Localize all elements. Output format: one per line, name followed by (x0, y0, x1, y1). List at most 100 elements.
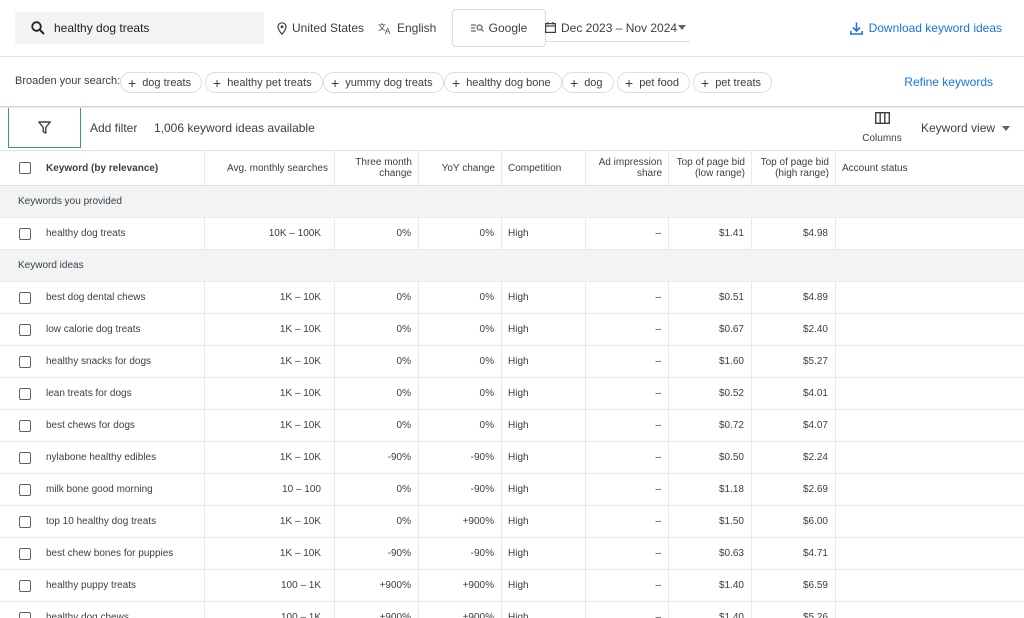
header-ad-impression-share[interactable]: Ad impression share (586, 151, 669, 185)
table-row[interactable]: milk bone good morning 10 – 100 0% -90% … (0, 474, 1024, 506)
table-row[interactable]: low calorie dog treats 1K – 10K 0% 0% Hi… (0, 314, 1024, 346)
network-selector[interactable]: Google (452, 9, 546, 47)
search-icon (31, 21, 45, 35)
chip-dog-treats[interactable]: + dog treats (120, 72, 203, 93)
chip-healthy-pet-treats[interactable]: + healthy pet treats (205, 72, 323, 93)
cell-ad-impression-share: – (586, 506, 669, 537)
cell-ad-impression-share: – (586, 538, 669, 569)
header-label-line2: change (379, 168, 412, 179)
table-row[interactable]: best chew bones for puppies 1K – 10K -90… (0, 538, 1024, 570)
add-filter-button[interactable]: Add filter (90, 121, 137, 135)
table-row[interactable]: healthy puppy treats 100 – 1K +900% +900… (0, 570, 1024, 602)
header-label-line2: share (636, 168, 662, 179)
cell-keyword: low calorie dog treats (0, 314, 205, 345)
table-row[interactable]: nylabone healthy edibles 1K – 10K -90% -… (0, 442, 1024, 474)
cell-top-of-page-bid-low: $0.63 (669, 538, 752, 569)
table-row[interactable]: lean treats for dogs 1K – 10K 0% 0% High… (0, 378, 1024, 410)
cell-keyword: healthy dog treats (0, 218, 205, 249)
header-keyword[interactable]: Keyword (by relevance) (0, 151, 205, 185)
cell-keyword: best dog dental chews (0, 282, 205, 313)
cell-yoy-change: -90% (419, 474, 502, 505)
cell-keyword: nylabone healthy edibles (0, 442, 205, 473)
header-label: Avg. monthly searches (227, 162, 328, 174)
header-top-of-page-bid-high[interactable]: Top of page bid (high range) (752, 151, 836, 185)
header-account-status[interactable]: Account status (836, 151, 1024, 185)
cell-account-status (836, 410, 1024, 441)
cell-top-of-page-bid-high: $2.24 (752, 442, 836, 473)
cell-top-of-page-bid-low: $1.41 (669, 218, 752, 249)
table-row[interactable]: healthy snacks for dogs 1K – 10K 0% 0% H… (0, 346, 1024, 378)
cell-ad-impression-share: – (586, 346, 669, 377)
header-competition[interactable]: Competition (502, 151, 586, 185)
header-label: Account status (842, 162, 908, 174)
cell-yoy-change: 0% (419, 218, 502, 249)
cell-avg-monthly-searches: 100 – 1K (205, 570, 335, 601)
header-label-line1: Top of page bid (760, 157, 829, 168)
header-top-of-page-bid-low[interactable]: Top of page bid (low range) (669, 151, 752, 185)
language-label: English (397, 21, 437, 35)
cell-yoy-change: -90% (419, 538, 502, 569)
language-selector[interactable]: 文 A English (378, 0, 436, 56)
header-avg-monthly-searches[interactable]: Avg. monthly searches (205, 151, 335, 185)
cell-yoy-change: 0% (419, 346, 502, 377)
table-row[interactable]: best chews for dogs 1K – 10K 0% 0% High … (0, 410, 1024, 442)
cell-top-of-page-bid-high: $6.59 (752, 570, 836, 601)
cell-ad-impression-share: – (586, 410, 669, 441)
header-yoy-change[interactable]: YoY change (419, 151, 502, 185)
date-range-selector[interactable]: Dec 2023 – Nov 2024 (545, 14, 690, 42)
download-keyword-ideas-button[interactable]: Download keyword ideas (849, 0, 1002, 56)
cell-avg-monthly-searches: 10 – 100 (205, 474, 335, 505)
chip-yummy-dog-treats[interactable]: + yummy dog treats (323, 72, 444, 93)
columns-button[interactable]: Columns (858, 112, 906, 152)
cell-three-month-change: 0% (335, 314, 419, 345)
cell-top-of-page-bid-low: $0.51 (669, 282, 752, 313)
plus-icon: + (213, 74, 222, 91)
search-network-icon (470, 24, 484, 32)
translate-icon: 文 A (378, 22, 391, 34)
chip-label: yummy dog treats (345, 76, 433, 89)
search-input[interactable] (54, 21, 244, 35)
table-row[interactable]: top 10 healthy dog treats 1K – 10K 0% +9… (0, 506, 1024, 538)
cell-top-of-page-bid-high: $5.26 (752, 602, 836, 618)
cell-competition: High (502, 378, 586, 409)
cell-avg-monthly-searches: 1K – 10K (205, 314, 335, 345)
cell-competition: High (502, 506, 586, 537)
chip-pet-treats[interactable]: + pet treats (693, 72, 773, 93)
table-row[interactable]: healthy dog chews 100 – 1K +900% +900% H… (0, 602, 1024, 618)
cell-avg-monthly-searches: 1K – 10K (205, 410, 335, 441)
cell-top-of-page-bid-high: $4.07 (752, 410, 836, 441)
table-header-row: Keyword (by relevance) Avg. monthly sear… (0, 150, 1024, 186)
cell-three-month-change: 0% (335, 346, 419, 377)
header-label: Three month change (355, 157, 412, 179)
cell-three-month-change: +900% (335, 602, 419, 618)
location-selector[interactable]: United States (277, 0, 364, 56)
header-three-month-change[interactable]: Three month change (335, 151, 419, 185)
date-range-label: Dec 2023 – Nov 2024 (561, 20, 678, 35)
keyword-table: Keyword (by relevance) Avg. monthly sear… (0, 150, 1024, 618)
keyword-view-dropdown[interactable]: Keyword view (921, 121, 1011, 135)
chip-healthy-dog-bone[interactable]: + healthy dog bone (444, 72, 562, 93)
cell-ad-impression-share: – (586, 282, 669, 313)
plus-icon: + (452, 74, 461, 91)
cell-three-month-change: 0% (335, 410, 419, 441)
refine-keywords-button[interactable]: Refine keywords (904, 75, 993, 89)
filter-button[interactable] (8, 108, 81, 148)
chip-dog[interactable]: + dog (562, 72, 614, 93)
search-box[interactable] (15, 12, 264, 44)
table-row[interactable]: healthy dog treats 10K – 100K 0% 0% High… (0, 218, 1024, 250)
header-label-line1: Top of page bid (676, 157, 745, 168)
chip-label: pet food (639, 76, 679, 89)
table-row[interactable]: best dog dental chews 1K – 10K 0% 0% Hig… (0, 282, 1024, 314)
cell-avg-monthly-searches: 100 – 1K (205, 602, 335, 618)
plus-icon: + (331, 74, 340, 91)
cell-avg-monthly-searches: 1K – 10K (205, 538, 335, 569)
cell-account-status (836, 378, 1024, 409)
cell-yoy-change: 0% (419, 314, 502, 345)
cell-ad-impression-share: – (586, 474, 669, 505)
chip-pet-food[interactable]: + pet food (617, 72, 690, 93)
network-label: Google (488, 21, 528, 35)
cell-top-of-page-bid-low: $0.50 (669, 442, 752, 473)
cell-yoy-change: -90% (419, 442, 502, 473)
cell-keyword: best chews for dogs (0, 410, 205, 441)
cell-three-month-change: 0% (335, 506, 419, 537)
